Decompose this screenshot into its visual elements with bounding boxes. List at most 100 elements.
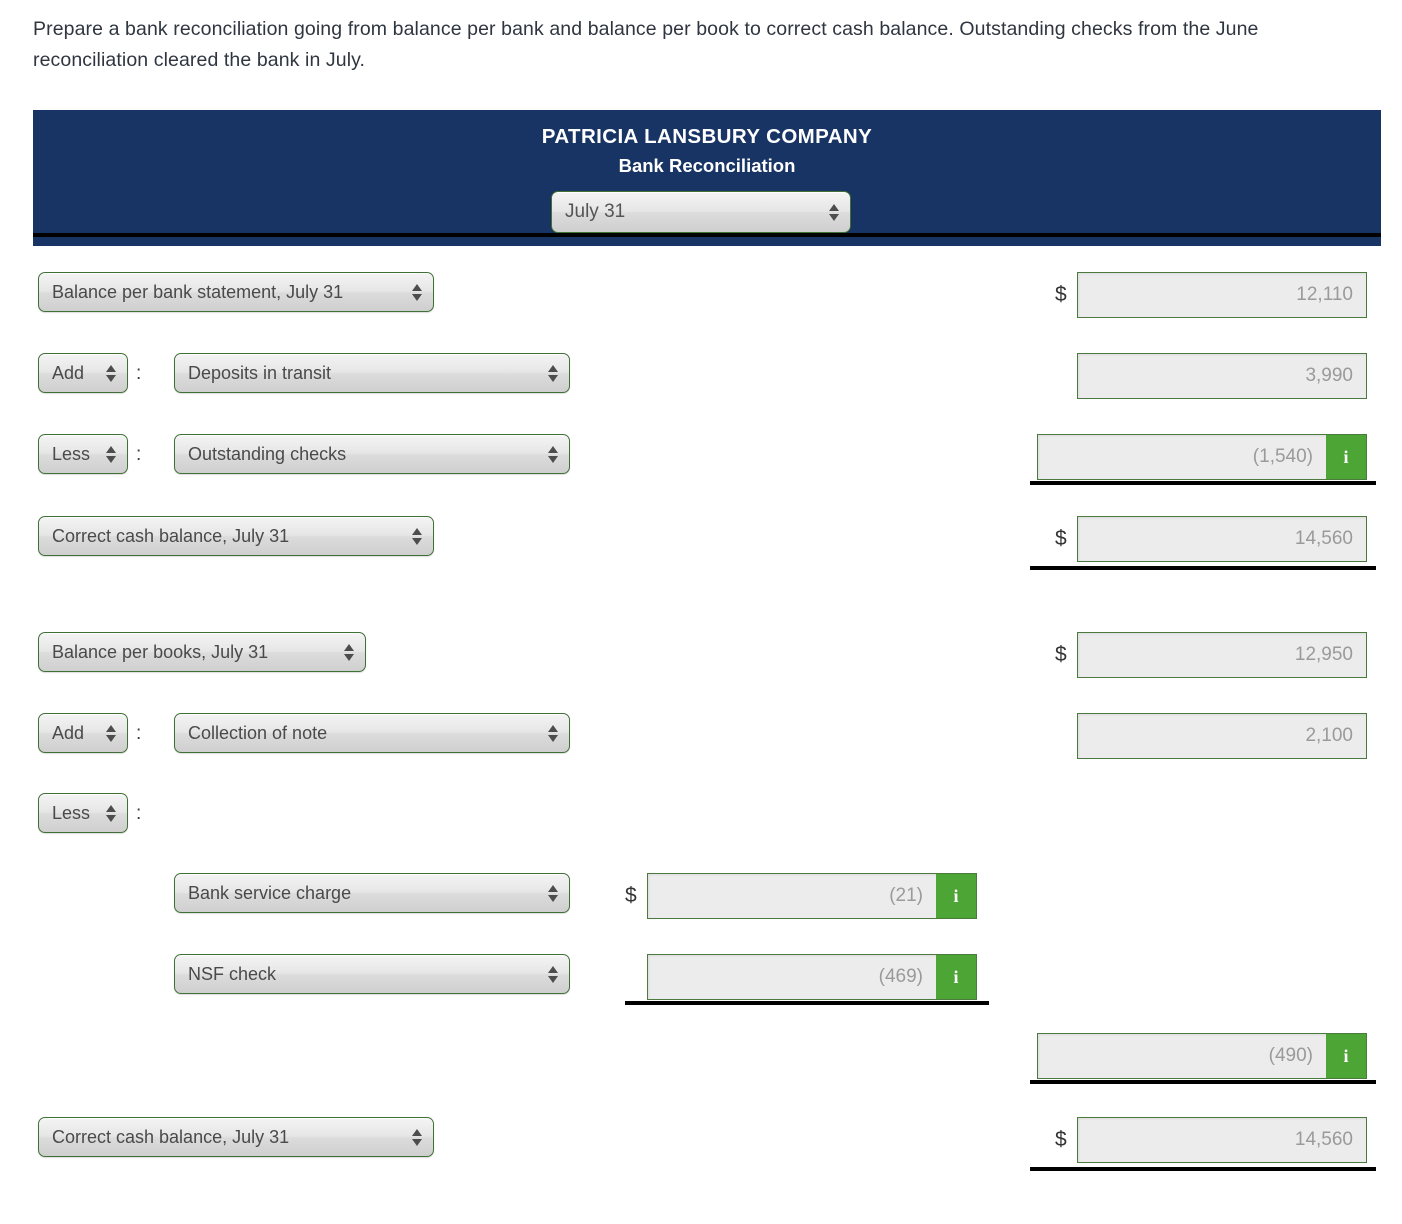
balance-per-bank-input-wrap: 12,110 xyxy=(1077,272,1367,318)
correct-cash-books-amount-group: $ 14,560 xyxy=(1055,1117,1367,1163)
add-less-select-3[interactable]: Add xyxy=(38,713,128,753)
chevron-updown-icon xyxy=(547,882,558,904)
chevron-updown-icon xyxy=(411,281,422,303)
info-icon-button-nsf-check[interactable]: i xyxy=(936,954,977,1000)
correct-cash-balance-bank-select[interactable]: Correct cash balance, July 31 xyxy=(38,516,434,556)
balance-per-books-label: Balance per books, July 31 xyxy=(52,641,269,662)
add-prefix-slot-1: Add xyxy=(38,353,128,393)
chevron-updown-icon xyxy=(105,362,116,384)
chevron-updown-icon xyxy=(411,525,422,547)
chevron-updown-icon xyxy=(547,443,558,465)
bank-service-charge-select-slot: Bank service charge xyxy=(174,873,570,913)
add-less-label-2: Less xyxy=(52,443,91,464)
outstanding-checks-select-slot: Outstanding checks xyxy=(174,434,570,474)
balance-per-books-input-wrap: 12,950 xyxy=(1077,632,1367,678)
deposits-select-slot: Deposits in transit xyxy=(174,353,570,393)
nsf-check-select[interactable]: NSF check xyxy=(174,954,570,994)
balance-per-bank-amount-group: $ 12,110 xyxy=(1055,272,1367,318)
outstanding-checks-amount-group: $ (1,540) i xyxy=(1015,434,1367,480)
outstanding-checks-input-wrap: (1,540) i xyxy=(1037,434,1367,480)
deposits-amount-group: $ 3,990 xyxy=(1055,353,1367,399)
collection-of-note-select[interactable]: Collection of note xyxy=(174,713,570,753)
colon-separator-4: : xyxy=(136,803,142,824)
deductions-total-input[interactable]: (490) xyxy=(1037,1033,1326,1079)
correct-cash-balance-books-select[interactable]: Correct cash balance, July 31 xyxy=(38,1117,434,1157)
correct-cash-bank-select-slot: Correct cash balance, July 31 xyxy=(38,516,434,556)
period-select-wrapper: July 31 xyxy=(551,191,851,233)
deposits-in-transit-select[interactable]: Deposits in transit xyxy=(174,353,570,393)
dollar-sign-icon: $ xyxy=(1055,643,1067,666)
nsf-check-amount-group: $ (469) i xyxy=(625,954,977,1000)
deposits-in-transit-label: Deposits in transit xyxy=(188,362,332,383)
deposits-in-transit-input[interactable]: 3,990 xyxy=(1077,353,1367,399)
add-less-select-4[interactable]: Less xyxy=(38,793,128,833)
period-select-value: July 31 xyxy=(565,201,626,222)
collection-of-note-input-wrap: 2,100 xyxy=(1077,713,1367,759)
bank-service-charge-select[interactable]: Bank service charge xyxy=(174,873,570,913)
nsf-check-select-slot: NSF check xyxy=(174,954,570,994)
chevron-updown-icon xyxy=(547,362,558,384)
correct-cash-balance-bank-input[interactable]: 14,560 xyxy=(1077,516,1367,562)
add-less-select-1[interactable]: Add xyxy=(38,353,128,393)
chevron-updown-icon xyxy=(547,722,558,744)
add-less-label-4: Less xyxy=(52,802,91,823)
outstanding-checks-input[interactable]: (1,540) xyxy=(1037,434,1326,480)
balance-per-bank-label: Balance per bank statement, July 31 xyxy=(52,281,344,302)
bank-service-charge-input[interactable]: (21) xyxy=(647,873,936,919)
less-prefix-slot-1: Less xyxy=(38,434,128,474)
nsf-check-input[interactable]: (469) xyxy=(647,954,936,1000)
subtotal-rule-bank xyxy=(1030,481,1376,485)
correct-cash-books-input-wrap: 14,560 xyxy=(1077,1117,1367,1163)
chevron-updown-icon xyxy=(828,201,839,223)
correct-cash-bank-input-wrap: 14,560 xyxy=(1077,516,1367,562)
bank-service-charge-amount-group: $ (21) i xyxy=(625,873,977,919)
balance-per-books-input[interactable]: 12,950 xyxy=(1077,632,1367,678)
correct-cash-books-select-slot: Correct cash balance, July 31 xyxy=(38,1117,434,1157)
info-icon-button-outstanding-checks[interactable]: i xyxy=(1326,434,1367,480)
company-name: PATRICIA LANSBURY COMPANY xyxy=(541,125,873,148)
balance-per-books-select[interactable]: Balance per books, July 31 xyxy=(38,632,366,672)
subtotal-rule-deductions xyxy=(625,1001,989,1005)
dollar-sign-icon: $ xyxy=(1055,1128,1067,1151)
balance-per-bank-select[interactable]: Balance per bank statement, July 31 xyxy=(38,272,434,312)
instructions-text: Prepare a bank reconciliation going from… xyxy=(33,18,1259,71)
bank-reconciliation-worksheet: Prepare a bank reconciliation going from… xyxy=(0,0,1402,1224)
header-divider xyxy=(33,233,1381,237)
balance-per-books-amount-group: $ 12,950 xyxy=(1055,632,1367,678)
deductions-total-amount-group: $ (490) i xyxy=(1015,1033,1367,1079)
outstanding-checks-label: Outstanding checks xyxy=(188,443,347,464)
colon-separator-1: : xyxy=(136,363,142,384)
collection-of-note-select-slot: Collection of note xyxy=(174,713,570,753)
nsf-check-label: NSF check xyxy=(188,963,277,984)
add-less-label-3: Add xyxy=(52,722,85,743)
add-less-select-2[interactable]: Less xyxy=(38,434,128,474)
chevron-updown-icon xyxy=(105,722,116,744)
correct-cash-balance-books-input[interactable]: 14,560 xyxy=(1077,1117,1367,1163)
balance-per-books-select-slot: Balance per books, July 31 xyxy=(38,632,366,672)
chevron-updown-icon xyxy=(343,641,354,663)
nsf-check-input-wrap: (469) i xyxy=(647,954,977,1000)
collection-of-note-amount-group: $ 2,100 xyxy=(1055,713,1367,759)
correct-cash-balance-bank-label: Correct cash balance, July 31 xyxy=(52,525,290,546)
total-rule-books xyxy=(1030,1167,1376,1171)
colon-separator-3: : xyxy=(136,723,142,744)
deductions-total-input-wrap: (490) i xyxy=(1037,1033,1367,1079)
dollar-sign-icon: $ xyxy=(625,884,637,907)
collection-of-note-input[interactable]: 2,100 xyxy=(1077,713,1367,759)
less-prefix-slot-2: Less xyxy=(38,793,128,833)
statement-title: Bank Reconciliation xyxy=(618,155,796,176)
balance-per-bank-input[interactable]: 12,110 xyxy=(1077,272,1367,318)
info-icon-button-bank-service-charge[interactable]: i xyxy=(936,873,977,919)
dollar-sign-icon: $ xyxy=(1055,283,1067,306)
collection-of-note-label: Collection of note xyxy=(188,722,328,743)
balance-per-bank-select-slot: Balance per bank statement, July 31 xyxy=(38,272,434,312)
total-rule-bank xyxy=(1030,566,1376,570)
colon-separator-2: : xyxy=(136,444,142,465)
add-less-label-1: Add xyxy=(52,362,85,383)
chevron-updown-icon xyxy=(547,963,558,985)
chevron-updown-icon xyxy=(411,1126,422,1148)
outstanding-checks-select[interactable]: Outstanding checks xyxy=(174,434,570,474)
period-select[interactable]: July 31 xyxy=(551,191,851,233)
info-icon-button-deductions-total[interactable]: i xyxy=(1326,1033,1367,1079)
add-prefix-slot-2: Add xyxy=(38,713,128,753)
